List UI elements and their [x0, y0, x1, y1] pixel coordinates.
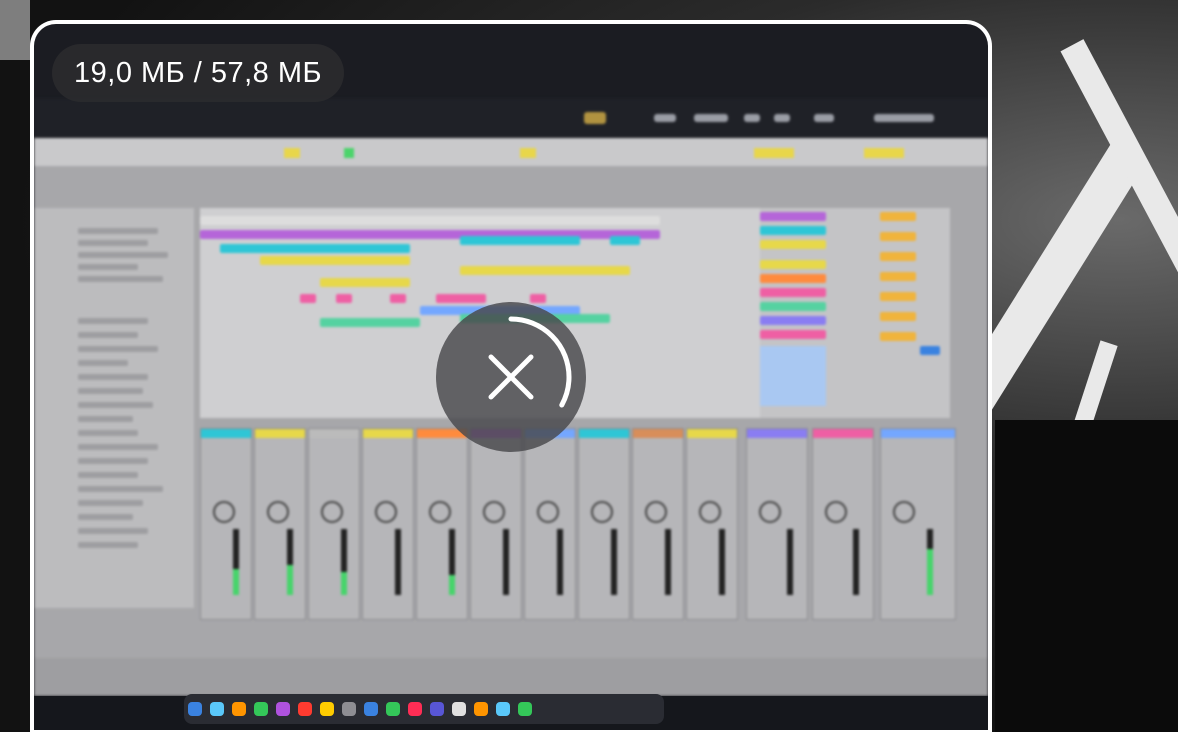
- photo-preview[interactable]: 19,0 МБ / 57,8 МБ: [34, 24, 988, 730]
- background-paper-strip: [0, 0, 30, 60]
- daw-mixer: [200, 428, 960, 638]
- daw-browser-panel: [34, 208, 194, 608]
- download-size-label: 19,0 МБ / 57,8 МБ: [52, 44, 345, 102]
- photo-dock: [184, 694, 664, 724]
- cancel-download-button[interactable]: [436, 302, 586, 452]
- close-icon: [488, 354, 534, 400]
- background-dark-fabric: [995, 420, 1178, 732]
- daw-session-clips: [760, 208, 950, 418]
- photo-menu-bar: [34, 98, 988, 138]
- media-message-bubble[interactable]: 19,0 МБ / 57,8 МБ: [30, 20, 992, 732]
